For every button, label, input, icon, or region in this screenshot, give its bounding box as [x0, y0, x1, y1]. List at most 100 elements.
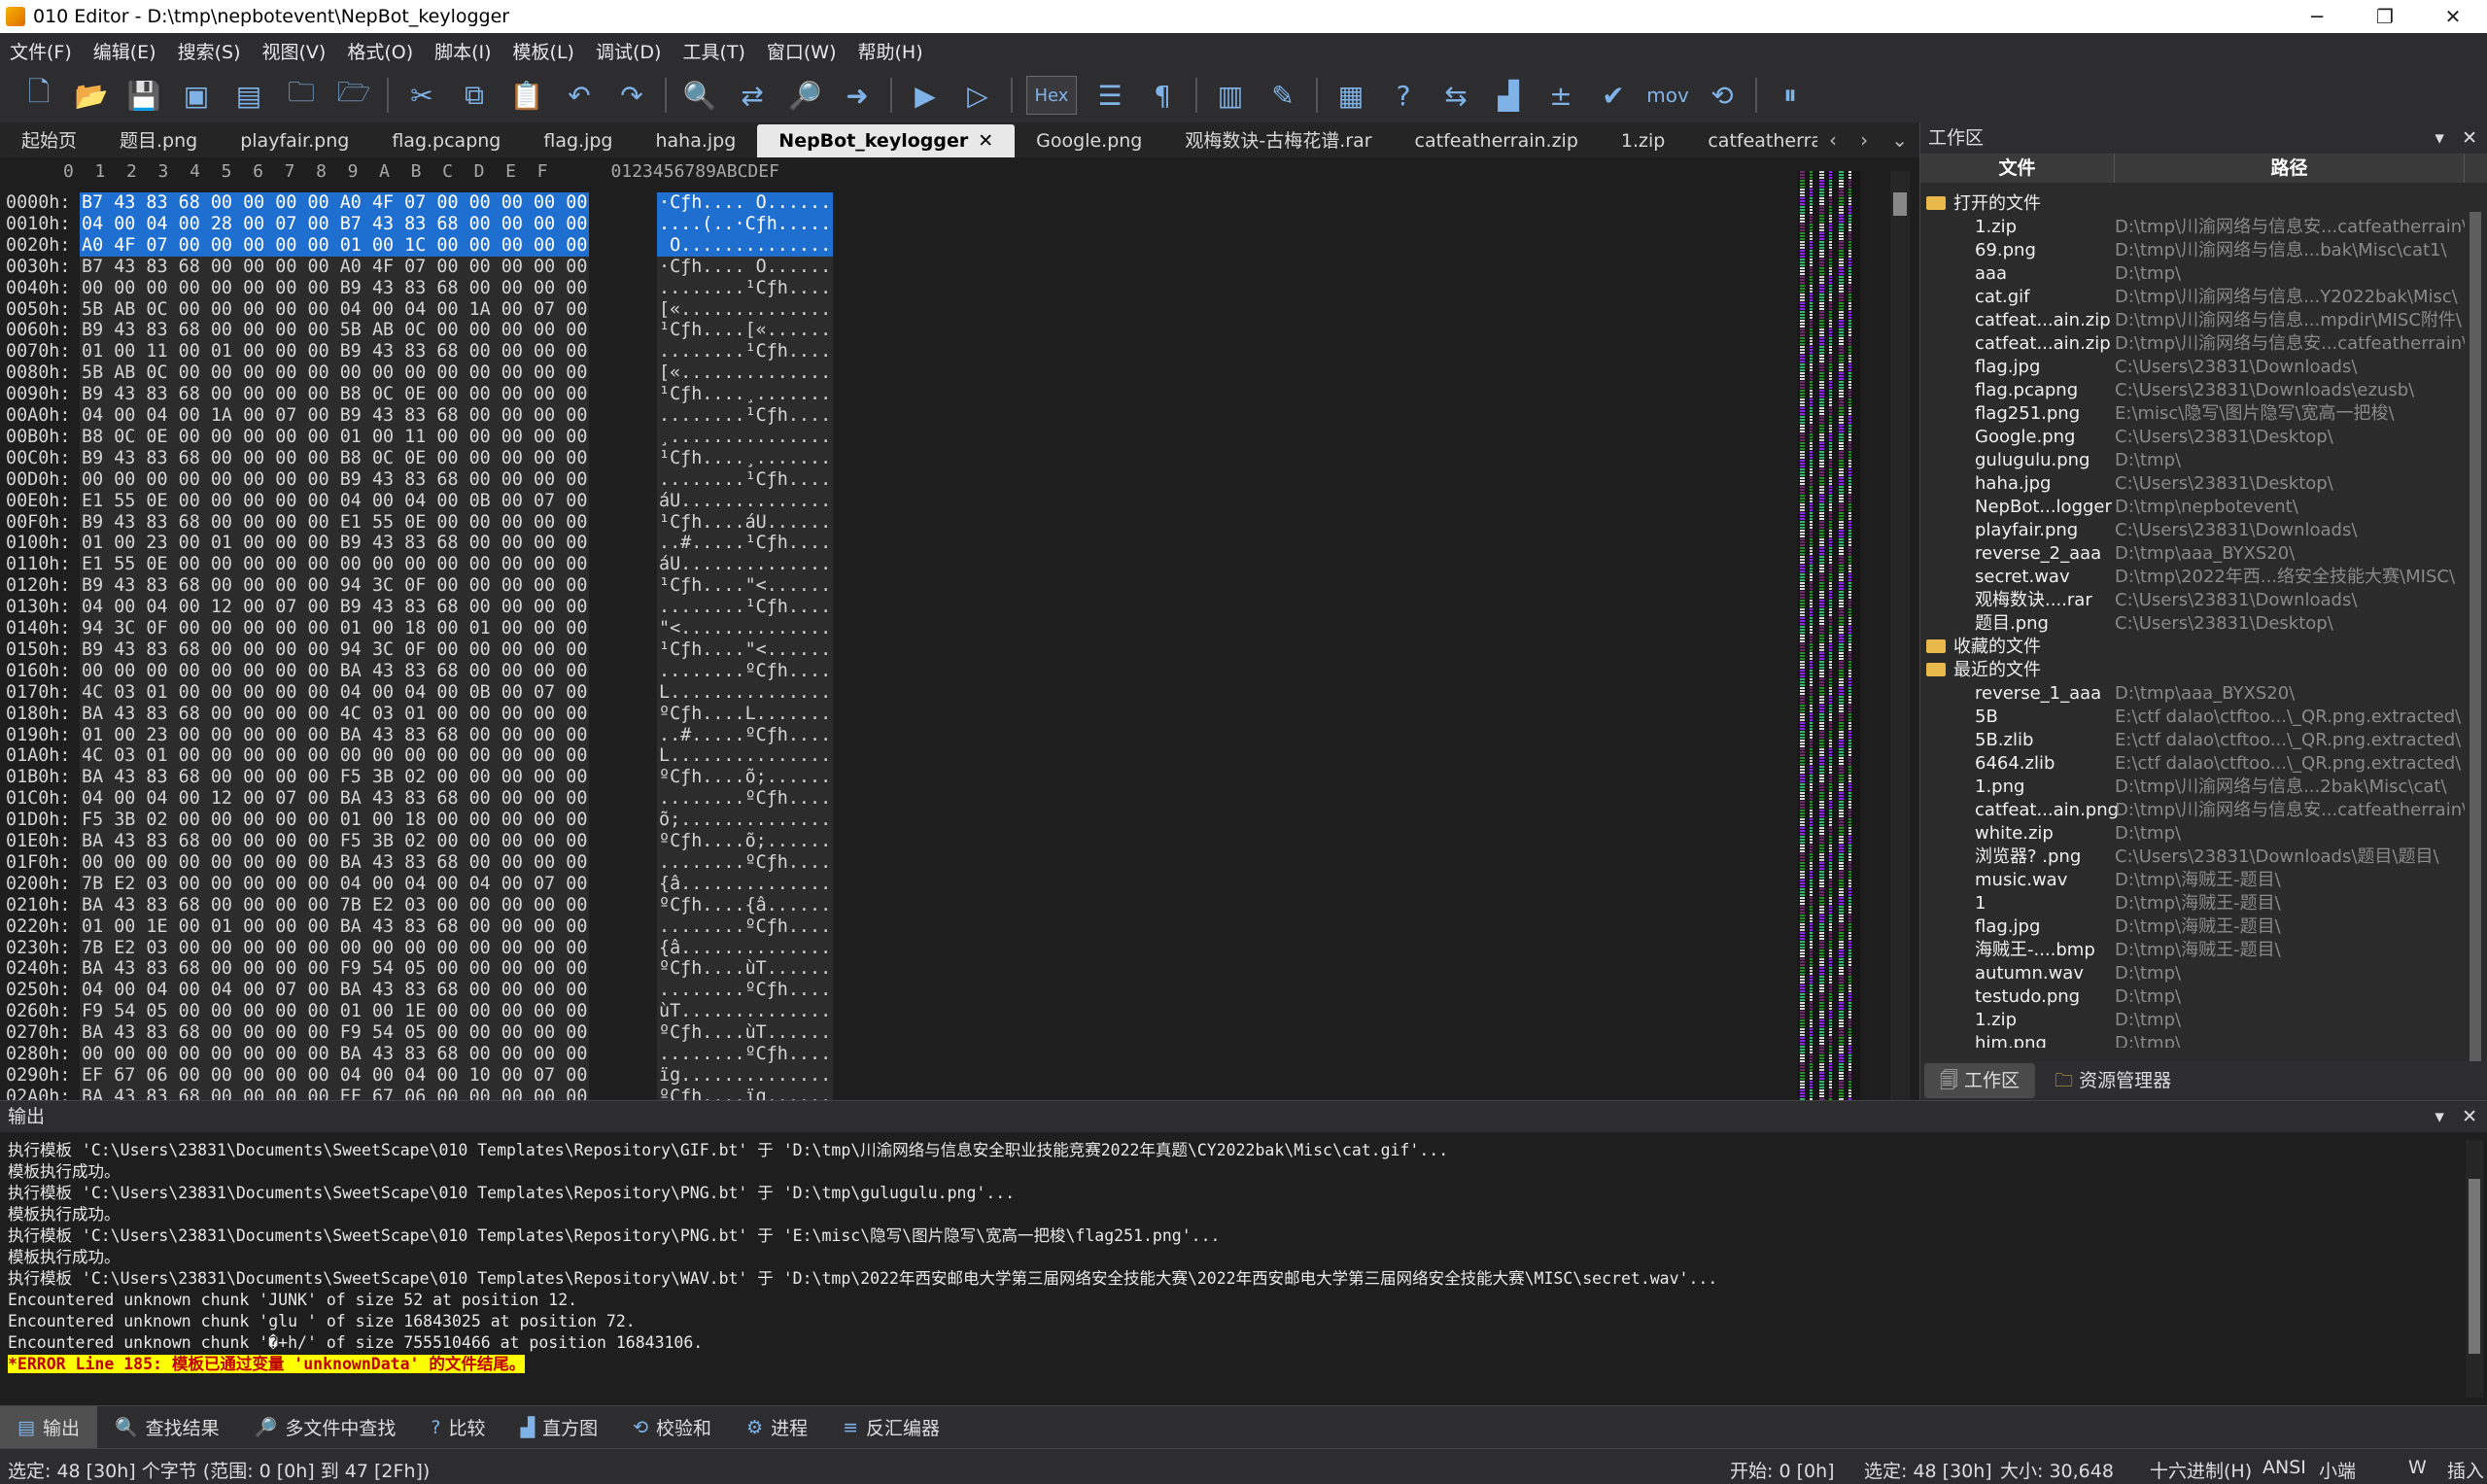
- hex-ascii[interactable]: ·Cƒh.... O......: [657, 192, 834, 214]
- scrollbar-thumb[interactable]: [2469, 1179, 2480, 1354]
- hex-bytes[interactable]: 5B AB 0C 00 00 00 00 00 00 00 00 00 00 0…: [80, 362, 590, 385]
- output-scrollbar[interactable]: [2466, 1140, 2483, 1398]
- group-recent-files[interactable]: 最近的文件: [1920, 659, 2465, 682]
- file-list-item[interactable]: cat.gif D:\tmp\川渝网络与信息...Y2022bak\Misc\: [1920, 286, 2465, 309]
- bottom-tab[interactable]: 🔍 查找结果: [97, 1414, 237, 1440]
- file-list-item[interactable]: gulugulu.png D:\tmp\: [1920, 449, 2465, 472]
- hex-ascii[interactable]: ºCƒh....L.......: [657, 703, 834, 725]
- checksum-icon[interactable]: ±: [1541, 76, 1580, 115]
- group-favorite-files[interactable]: 收藏的文件: [1920, 636, 2465, 659]
- hex-bytes[interactable]: BA 43 83 68 00 00 00 00 F9 54 05 00 00 0…: [80, 1022, 590, 1045]
- hex-bytes[interactable]: 7B E2 03 00 00 00 00 00 00 00 00 00 00 0…: [80, 937, 590, 959]
- hex-bytes[interactable]: 00 00 00 00 00 00 00 00 B9 43 83 68 00 0…: [80, 277, 590, 299]
- hex-bytes[interactable]: F5 3B 02 00 00 00 00 00 01 00 18 00 00 0…: [80, 810, 590, 832]
- file-list-item[interactable]: 浏览器? .png C:\Users\23831\Downloads\题目\题目\: [1920, 846, 2465, 869]
- menu-item[interactable]: 视图(V): [262, 38, 327, 64]
- file-list-item[interactable]: 1.png D:\tmp\川渝网络与信息...2bak\Misc\cat\: [1920, 776, 2465, 799]
- file-list-item[interactable]: white.zip D:\tmp\: [1920, 822, 2465, 846]
- hex-ascii[interactable]: ·Cƒh.... O......: [657, 256, 834, 278]
- hex-bytes[interactable]: 4C 03 01 00 00 00 00 00 00 00 00 00 00 0…: [80, 745, 590, 768]
- goto-icon[interactable]: ➜: [838, 76, 877, 115]
- hex-bytes[interactable]: 00 00 00 00 00 00 00 00 B9 43 83 68 00 0…: [80, 468, 590, 491]
- scrollbar-thumb[interactable]: [2470, 212, 2481, 1067]
- hex-ascii[interactable]: ..#.....¹Cƒh....: [657, 533, 834, 555]
- file-list-item[interactable]: flag.jpg C:\Users\23831\Downloads\: [1920, 356, 2465, 379]
- file-minimap[interactable]: [1798, 171, 1860, 1100]
- hex-bytes[interactable]: 94 3C 0F 00 00 00 00 00 01 00 18 00 01 0…: [80, 618, 590, 639]
- tab-explorer[interactable]: 🗀 资源管理器: [2039, 1063, 2187, 1098]
- scrollbar-thumb[interactable]: [1893, 192, 1907, 216]
- hex-bytes[interactable]: B9 43 83 68 00 00 00 00 94 3C 0F 00 00 0…: [80, 575, 590, 598]
- edit-as-icon[interactable]: ☰: [1090, 76, 1129, 115]
- file-tab[interactable]: 起始页: [0, 124, 98, 157]
- hex-ascii[interactable]: ºCƒh....õ;......: [657, 767, 834, 789]
- bottom-tab[interactable]: 🔎 多文件中查找: [237, 1414, 414, 1440]
- hex-ascii[interactable]: ........¹Cƒh....: [657, 277, 834, 299]
- hex-bytes[interactable]: 04 00 04 00 04 00 07 00 BA 43 83 68 00 0…: [80, 980, 590, 1002]
- hex-ascii[interactable]: "<..............: [657, 618, 834, 639]
- hex-ascii[interactable]: L...............: [657, 681, 834, 704]
- file-list-item[interactable]: aaa D:\tmp\: [1920, 262, 2465, 286]
- hex-ascii[interactable]: ¹Cƒh....¸.......: [657, 384, 834, 406]
- menu-item[interactable]: 文件(F): [10, 38, 72, 64]
- tab-list-icon[interactable]: ⌄: [1891, 128, 1908, 152]
- hex-bytes[interactable]: 04 00 04 00 12 00 07 00 BA 43 83 68 00 0…: [80, 788, 590, 811]
- hex-bytes[interactable]: 01 00 11 00 01 00 00 00 B9 43 83 68 00 0…: [80, 341, 590, 363]
- hex-bytes[interactable]: 04 00 04 00 28 00 07 00 B7 43 83 68 00 0…: [80, 213, 590, 235]
- hex-bytes[interactable]: 00 00 00 00 00 00 00 00 BA 43 83 68 00 0…: [80, 851, 590, 874]
- hex-bytes[interactable]: B7 43 83 68 00 00 00 00 A0 4F 07 00 00 0…: [80, 192, 590, 214]
- save-as-icon[interactable]: ▣: [177, 76, 216, 115]
- hex-bytes[interactable]: BA 43 83 68 00 00 00 00 4C 03 01 00 00 0…: [80, 703, 590, 725]
- output-log[interactable]: 执行模板 'C:\Users\23831\Documents\SweetScap…: [8, 1140, 1717, 1375]
- mov-button[interactable]: mov: [1646, 76, 1689, 115]
- file-list-item[interactable]: secret.wav D:\tmp\2022年西...络安全技能大赛\MISC\: [1920, 566, 2465, 589]
- histogram-icon[interactable]: ▟: [1489, 76, 1528, 115]
- file-list-item[interactable]: hjm.png D:\tmp\: [1920, 1032, 2465, 1048]
- menu-item[interactable]: 搜索(S): [178, 38, 241, 64]
- file-tab[interactable]: 1.zip: [1600, 124, 1686, 157]
- menu-item[interactable]: 调试(D): [596, 38, 661, 64]
- hex-bytes[interactable]: BA 43 83 68 00 00 00 00 F5 3B 02 00 00 0…: [80, 767, 590, 789]
- file-tab[interactable]: playfair.png: [219, 124, 370, 157]
- file-list-item[interactable]: playfair.png C:\Users\23831\Downloads\: [1920, 519, 2465, 542]
- copy-icon[interactable]: ⧉: [455, 76, 494, 115]
- column-header-file[interactable]: 文件: [1920, 154, 2115, 183]
- hex-ascii[interactable]: ........ºCƒh....: [657, 851, 834, 874]
- undo-icon[interactable]: ↶: [560, 76, 599, 115]
- status-encoding[interactable]: ANSI: [2262, 1457, 2306, 1478]
- highlight-icon[interactable]: ✎: [1263, 76, 1302, 115]
- file-list-item[interactable]: 题目.png C:\Users\23831\Desktop\: [1920, 612, 2465, 636]
- run-template-icon[interactable]: ▷: [958, 76, 997, 115]
- run-script-icon[interactable]: ▶: [906, 76, 945, 115]
- bottom-tab[interactable]: ≡ 反汇编器: [825, 1414, 957, 1440]
- folder-icon[interactable]: 🗀: [282, 76, 321, 115]
- file-list-item[interactable]: 69.png D:\tmp\川渝网络与信息...bak\Misc\cat1\: [1920, 239, 2465, 262]
- status-endian[interactable]: 小端: [2319, 1457, 2356, 1483]
- menu-item[interactable]: 格式(O): [347, 38, 413, 64]
- hex-ascii[interactable]: {â..............: [657, 873, 834, 895]
- file-tab[interactable]: 观梅数诀-古梅花谱.rar: [1163, 124, 1393, 157]
- pause-icon[interactable]: ⏸: [1771, 76, 1810, 115]
- file-list-item[interactable]: flag251.png E:\misc\隐写\图片隐写\宽高一把梭\: [1920, 402, 2465, 426]
- hex-ascii[interactable]: {â..............: [657, 937, 834, 959]
- bottom-tab[interactable]: ⟲ 校验和: [615, 1414, 729, 1440]
- dropdown-icon[interactable]: ▾: [2435, 1106, 2444, 1127]
- file-list-item[interactable]: 1.zip D:\tmp\: [1920, 1009, 2465, 1032]
- hex-ascii[interactable]: L...............: [657, 745, 834, 768]
- maximize-button[interactable]: ❐: [2351, 0, 2419, 33]
- hex-ascii[interactable]: áU..............: [657, 554, 834, 576]
- hex-bytes[interactable]: B9 43 83 68 00 00 00 00 5B AB 0C 00 00 0…: [80, 320, 590, 342]
- file-tab[interactable]: 题目.png: [98, 124, 219, 157]
- menu-item[interactable]: 窗口(W): [767, 38, 837, 64]
- hex-bytes[interactable]: 01 00 23 00 00 00 00 00 BA 43 83 68 00 0…: [80, 724, 590, 746]
- menu-item[interactable]: 脚本(I): [434, 38, 491, 64]
- tab-scroll-right-icon[interactable]: ›: [1860, 128, 1868, 152]
- bottom-tab[interactable]: ⚙ 进程: [729, 1414, 825, 1440]
- hex-editor[interactable]: 0 1 2 3 4 5 6 7 8 9 A B C D E F 01234567…: [0, 157, 1919, 1108]
- file-tab[interactable]: haha.jpg: [634, 124, 757, 157]
- hex-ascii[interactable]: ........ºCƒh....: [657, 1044, 834, 1065]
- hex-ascii[interactable]: ........¹Cƒh....: [657, 468, 834, 491]
- hex-ascii[interactable]: [«..............: [657, 362, 834, 385]
- file-list-item[interactable]: haha.jpg C:\Users\23831\Desktop\: [1920, 472, 2465, 496]
- status-insert-mode[interactable]: 插入: [2447, 1457, 2484, 1483]
